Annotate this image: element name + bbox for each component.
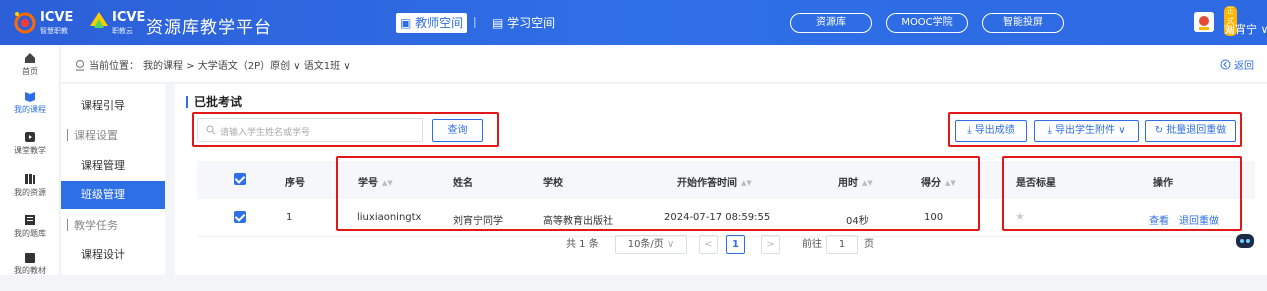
goto-suffix: 页 <box>864 239 874 250</box>
export-scores-label: 导出成绩 <box>974 125 1015 136</box>
breadcrumb-bar: 当前位置： 我的课程 > 大学语文（2P）原创 ∨ 语文1班 ∨ 返回 <box>61 45 1267 83</box>
zhijiaoyun-logo[interactable]: ICVE 职教云 <box>88 8 145 36</box>
breadcrumb-path[interactable]: 我的课程 > 大学语文（2P）原创 ∨ 语文1班 ∨ <box>143 57 351 72</box>
textbook-icon <box>25 253 35 263</box>
page-size-select[interactable]: 10条/页 ∨ <box>615 235 687 254</box>
resource-library-button[interactable]: 资源库 <box>790 13 872 33</box>
course-sub-menu: 课程引导 课程设置 课程管理 班级管理 教学任务 课程设计 <box>61 84 165 275</box>
platform-title: 资源库教学平台 <box>146 18 272 38</box>
smart-cast-button[interactable]: 智能投屏 <box>982 13 1064 33</box>
teacher-space-icon: ▣ <box>400 16 416 30</box>
breadcrumb: 当前位置： 我的课程 > 大学语文（2P）原创 ∨ 语文1班 ∨ <box>75 57 351 72</box>
zhihui-logo-icon <box>14 12 36 34</box>
col-index: 序号 <box>285 178 305 189</box>
zhihui-logo[interactable]: ICVE 智慧职教 <box>12 8 82 36</box>
batch-return-label: 批量退回重做 <box>1166 125 1227 136</box>
nav-textbook[interactable]: 我的教材 <box>0 253 60 291</box>
export-attachments-label: 导出学生附件 <box>1055 125 1116 136</box>
search-placeholder: 请输入学生姓名或学号 <box>220 128 311 138</box>
nav-question-bank[interactable]: 我的题库 <box>0 214 60 252</box>
user-name: 刘宵宁 ∨ <box>1224 23 1267 36</box>
nav-my-courses-label: 我的课程 <box>14 105 46 114</box>
top-header: ICVE 智慧职教 ICVE 职教云 资源库教学平台 ▣ 教师空间 | ▤ 学习… <box>0 0 1267 45</box>
home-icon <box>25 53 35 63</box>
chevron-down-icon: ∨ <box>663 239 675 250</box>
teacher-space-label: 教师空间 <box>415 16 464 30</box>
submenu-course-guide[interactable]: 课程引导 <box>61 92 165 120</box>
nav-my-resources-label: 我的资源 <box>14 188 46 197</box>
avatar-icon <box>1194 12 1214 32</box>
main-content: 已批考试 请输入学生姓名或学号 查询 ⤓ 导出成绩 ⤓ 导出学生附件 ∨ ↻ 批… <box>175 84 1267 275</box>
submenu-group-course-settings: 课程设置 <box>61 122 165 150</box>
avatar <box>1194 12 1214 32</box>
export-scores-button[interactable]: ⤓ 导出成绩 <box>955 120 1027 142</box>
nav-question-bank-label: 我的题库 <box>14 229 46 238</box>
brand1-main: ICVE <box>40 10 74 25</box>
assistant-robot-icon[interactable] <box>1234 230 1256 250</box>
batch-return-button[interactable]: ↻ 批量退回重做 <box>1145 120 1236 142</box>
nav-my-courses[interactable]: 我的课程 <box>0 90 60 128</box>
nav-classroom-label: 课堂教学 <box>14 146 46 155</box>
refresh-icon: ↻ <box>1154 125 1167 136</box>
pagination-total: 共 1 条 <box>566 239 599 250</box>
search-input[interactable]: 请输入学生姓名或学号 <box>197 118 423 142</box>
resource-icon <box>25 174 35 184</box>
study-space-icon: ▤ <box>492 16 508 30</box>
chevron-down-icon: ∨ <box>1115 125 1126 136</box>
back-icon <box>1220 59 1231 70</box>
study-space-label: 学习空间 <box>507 16 556 30</box>
submenu-class-management[interactable]: 班级管理 <box>61 181 165 209</box>
brand2-sub: 职教云 <box>112 27 133 35</box>
back-label: 返回 <box>1234 61 1254 72</box>
search-icon <box>206 125 216 135</box>
nav-home[interactable]: 首页 <box>0 52 60 90</box>
export-attachments-button[interactable]: ⤓ 导出学生附件 ∨ <box>1034 120 1139 142</box>
section-title: 已批考试 <box>186 93 242 110</box>
select-all-checkbox[interactable] <box>234 173 246 185</box>
goto-prefix: 前往 <box>802 239 822 250</box>
submenu-course-management[interactable]: 课程管理 <box>61 152 165 180</box>
prev-page-button[interactable]: < <box>699 235 718 254</box>
page-size-value: 10条/页 <box>627 239 664 250</box>
goto-page-input[interactable]: 1 <box>826 235 858 254</box>
header-separator: | <box>473 15 477 28</box>
nav-home-label: 首页 <box>22 67 38 76</box>
highlight-table-actions <box>1002 156 1242 231</box>
row-checkbox[interactable] <box>234 211 246 223</box>
nav-my-resources[interactable]: 我的资源 <box>0 173 60 211</box>
query-button[interactable]: 查询 <box>432 119 483 142</box>
mooc-college-button[interactable]: MOOC学院 <box>886 13 968 33</box>
teacher-space-tab[interactable]: ▣ 教师空间 <box>396 13 468 33</box>
submenu-group-teaching-tasks: 教学任务 <box>61 212 165 240</box>
back-button[interactable]: 返回 <box>1220 57 1254 72</box>
download-icon: ⤓ <box>967 125 975 136</box>
play-icon <box>25 132 35 142</box>
study-space-tab[interactable]: ▤ 学习空间 <box>488 13 559 33</box>
brand1-sub: 智慧职教 <box>40 27 68 35</box>
cell-index: 1 <box>286 212 293 223</box>
breadcrumb-prefix: 当前位置： <box>89 61 139 72</box>
zhijiaoyun-logo-icon <box>90 12 108 28</box>
nav-textbook-label: 我的教材 <box>14 266 46 275</box>
download-icon: ⤓ <box>1047 125 1056 136</box>
highlight-table-data <box>336 156 980 231</box>
question-bank-icon <box>25 215 35 225</box>
page-1-button[interactable]: 1 <box>726 235 745 254</box>
book-icon <box>25 92 35 102</box>
next-page-button[interactable]: > <box>761 235 780 254</box>
nav-classroom[interactable]: 课堂教学 <box>0 131 60 169</box>
brand2-main: ICVE <box>112 10 146 25</box>
robot-icon <box>1236 234 1254 248</box>
left-nav: 首页 我的课程 课堂教学 我的资源 我的题库 我的教材 <box>0 45 60 275</box>
submenu-course-design[interactable]: 课程设计 <box>61 241 165 269</box>
location-icon <box>75 59 85 71</box>
